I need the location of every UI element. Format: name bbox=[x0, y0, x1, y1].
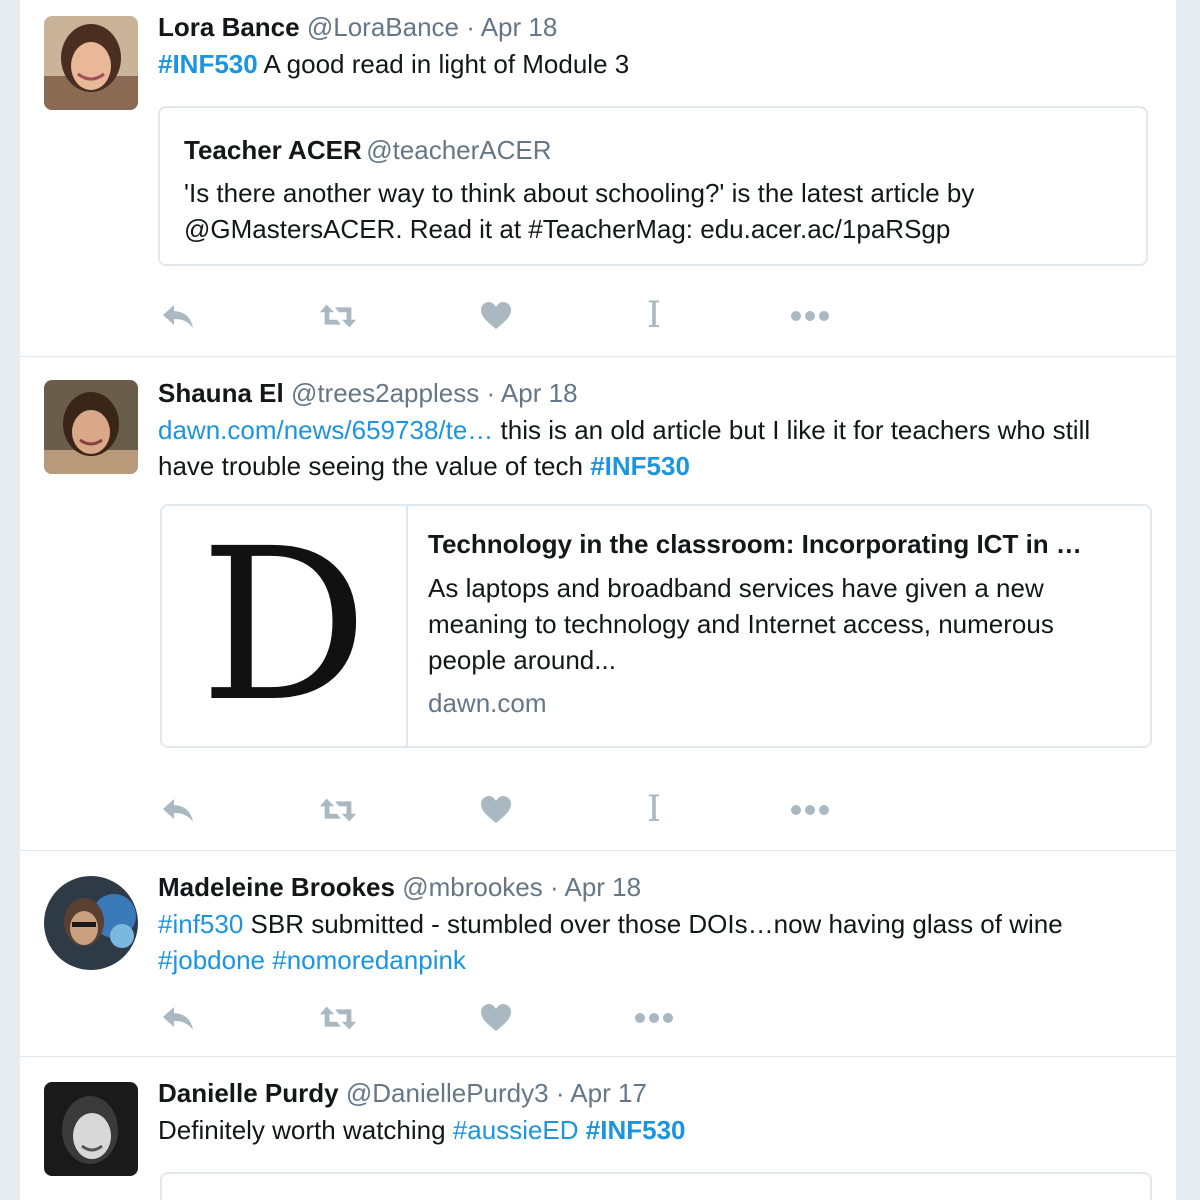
dawn-logo: D bbox=[199, 504, 369, 748]
card-description: As laptops and broadband services have g… bbox=[428, 573, 1054, 675]
author-name[interactable]: Lora Bance bbox=[158, 12, 300, 42]
retweet-button[interactable] bbox=[318, 998, 358, 1038]
tweet-text-content: Definitely worth watching bbox=[158, 1115, 453, 1145]
text-cursor-icon[interactable]: I bbox=[634, 790, 674, 830]
reply-icon bbox=[163, 799, 193, 822]
retweet-icon bbox=[319, 1006, 357, 1030]
tweet-header: Danielle Purdy @DaniellePurdy3 · Apr 17 bbox=[158, 1078, 647, 1108]
hashtag[interactable]: #INF530 bbox=[590, 451, 690, 481]
author-name[interactable]: Shauna El bbox=[158, 378, 284, 408]
retweet-icon bbox=[319, 798, 357, 822]
timeline: Lora Bance @LoraBance · Apr 18 #INF530 A… bbox=[20, 0, 1176, 1200]
tweet-text: dawn.com/news/659738/te… this is an old … bbox=[158, 412, 1148, 484]
like-button[interactable] bbox=[476, 790, 516, 830]
tweet-text: #inf530 SBR submitted - stumbled over th… bbox=[158, 906, 1148, 978]
reply-button[interactable] bbox=[158, 998, 198, 1038]
author-handle[interactable]: @trees2appless bbox=[291, 378, 479, 408]
quoted-tweet[interactable]: Teacher ACER @teacherACER 'Is there anot… bbox=[158, 106, 1148, 266]
avatar-image bbox=[44, 380, 138, 474]
quoted-author-name: Teacher ACER bbox=[184, 135, 362, 165]
more-icon bbox=[635, 1013, 673, 1023]
tweet[interactable]: Shauna El @trees2appless · Apr 18 dawn.c… bbox=[20, 356, 1176, 851]
tweet-actions: I bbox=[158, 790, 878, 830]
tweet-header: Lora Bance @LoraBance · Apr 18 bbox=[158, 12, 557, 42]
avatar[interactable] bbox=[44, 380, 138, 474]
author-name[interactable]: Madeleine Brookes bbox=[158, 872, 395, 902]
like-icon bbox=[481, 1004, 511, 1031]
tweet[interactable]: Madeleine Brookes @mbrookes · Apr 18 #in… bbox=[20, 850, 1176, 1057]
avatar[interactable] bbox=[44, 16, 138, 110]
quoted-tweet-text: 'Is there another way to think about sch… bbox=[184, 178, 975, 244]
tweet-actions bbox=[158, 998, 718, 1038]
reply-icon bbox=[163, 305, 193, 328]
author-handle[interactable]: @DaniellePurdy3 bbox=[346, 1078, 549, 1108]
avatar-image bbox=[44, 16, 138, 110]
like-button[interactable] bbox=[476, 998, 516, 1038]
tweet[interactable]: Danielle Purdy @DaniellePurdy3 · Apr 17 … bbox=[20, 1056, 1176, 1200]
like-button[interactable] bbox=[476, 296, 516, 336]
tweet-date[interactable]: Apr 18 bbox=[564, 872, 641, 902]
article-link[interactable]: dawn.com/news/659738/te… bbox=[158, 415, 493, 445]
card-content: Technology in the classroom: Incorporati… bbox=[428, 524, 1128, 719]
hashtag[interactable]: #jobdone bbox=[158, 945, 265, 975]
tweet-text: #INF530 A good read in light of Module 3 bbox=[158, 46, 1148, 82]
text-cursor-icon[interactable]: I bbox=[634, 296, 674, 336]
tweet-date[interactable]: Apr 18 bbox=[501, 378, 578, 408]
tweet-date[interactable]: Apr 18 bbox=[481, 12, 558, 42]
tweet[interactable]: Lora Bance @LoraBance · Apr 18 #INF530 A… bbox=[20, 0, 1176, 357]
tweet-text-content: SBR submitted - stumbled over those DOIs… bbox=[243, 909, 1063, 939]
card-thumbnail: D bbox=[162, 506, 408, 746]
more-icon bbox=[791, 805, 829, 815]
avatar[interactable] bbox=[44, 1082, 138, 1176]
like-icon bbox=[481, 796, 511, 823]
like-icon bbox=[481, 302, 511, 329]
retweet-icon bbox=[319, 304, 357, 328]
avatar-image bbox=[44, 1082, 138, 1176]
hashtag[interactable]: #nomoredanpink bbox=[272, 945, 466, 975]
separator-dot: · bbox=[486, 378, 496, 408]
reply-button[interactable] bbox=[158, 296, 198, 336]
author-handle[interactable]: @mbrookes bbox=[402, 872, 543, 902]
hashtag[interactable]: #inf530 bbox=[158, 909, 243, 939]
reply-button[interactable] bbox=[158, 790, 198, 830]
tweet-date[interactable]: Apr 17 bbox=[570, 1078, 647, 1108]
separator-dot: · bbox=[466, 12, 475, 42]
media-card[interactable] bbox=[160, 1172, 1152, 1200]
card-domain: dawn.com bbox=[428, 688, 547, 718]
retweet-button[interactable] bbox=[318, 790, 358, 830]
separator-dot: · bbox=[555, 1078, 565, 1108]
tweet-text: Definitely worth watching #aussieED #INF… bbox=[158, 1112, 1148, 1148]
more-button[interactable] bbox=[790, 296, 830, 336]
separator-dot: · bbox=[550, 872, 559, 902]
author-name[interactable]: Danielle Purdy bbox=[158, 1078, 339, 1108]
tweet-header: Madeleine Brookes @mbrookes · Apr 18 bbox=[158, 872, 641, 902]
tweet-header: Shauna El @trees2appless · Apr 18 bbox=[158, 378, 578, 408]
more-button[interactable] bbox=[634, 998, 674, 1038]
hashtag[interactable]: #INF530 bbox=[586, 1115, 686, 1145]
reply-icon bbox=[163, 1007, 193, 1030]
card-title: Technology in the classroom: Incorporati… bbox=[428, 529, 1082, 559]
quoted-author-handle: @teacherACER bbox=[366, 135, 552, 165]
more-icon bbox=[791, 311, 829, 321]
more-button[interactable] bbox=[790, 790, 830, 830]
tweet-text-content: A good read in light of Module 3 bbox=[257, 49, 630, 79]
avatar[interactable] bbox=[44, 876, 138, 970]
avatar-image bbox=[44, 876, 138, 970]
tweet-actions: I bbox=[158, 296, 878, 336]
author-handle[interactable]: @LoraBance bbox=[307, 12, 459, 42]
hashtag[interactable]: #INF530 bbox=[158, 49, 258, 79]
hashtag[interactable]: #aussieED bbox=[453, 1115, 579, 1145]
link-card[interactable]: D Technology in the classroom: Incorpora… bbox=[160, 504, 1152, 748]
retweet-button[interactable] bbox=[318, 296, 358, 336]
